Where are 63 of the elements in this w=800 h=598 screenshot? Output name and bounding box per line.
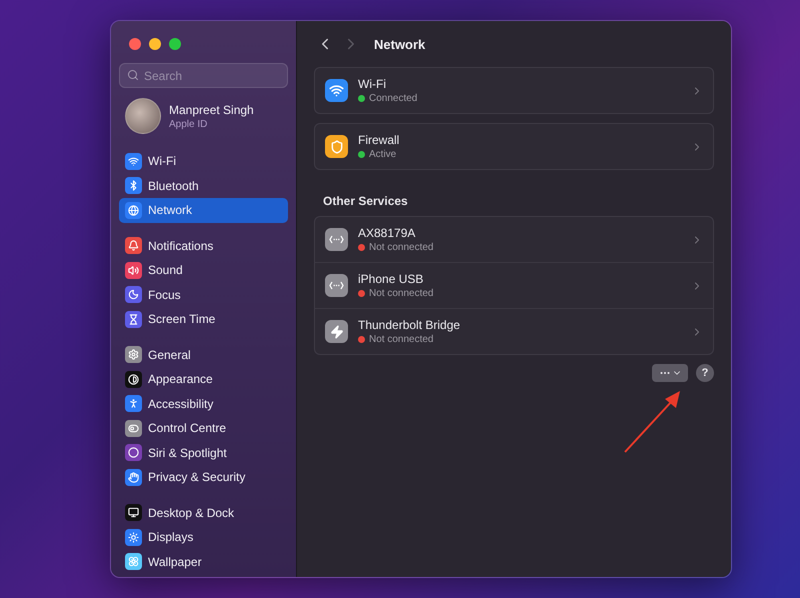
sidebar-item[interactable]: Network [119, 198, 288, 222]
service-name: Firewall [358, 133, 400, 147]
toggle-icon [125, 420, 142, 437]
sun-icon [125, 528, 142, 546]
sidebar-item[interactable]: Control Centre [119, 416, 288, 440]
section-heading: Other Services [323, 194, 409, 208]
ethernet-icon [325, 228, 348, 251]
service-row[interactable]: iPhone USB Not connected [315, 262, 713, 308]
wifi-icon [125, 152, 142, 170]
flower-icon [125, 553, 142, 570]
hourglass-icon [125, 310, 142, 328]
close-button[interactable] [129, 38, 141, 50]
status-text: Not connected [369, 334, 434, 345]
speaker-icon [125, 262, 142, 279]
sidebar-item[interactable]: Displays [119, 525, 288, 550]
hand-icon [125, 468, 142, 486]
minimize-button[interactable] [149, 38, 161, 50]
account-subtitle: Apple ID [169, 118, 208, 130]
monitor-icon [125, 504, 142, 522]
account-name: Manpreet Singh [169, 102, 254, 116]
sidebar-item[interactable]: Sound [119, 258, 288, 282]
service-row[interactable]: Thunderbolt Bridge Not connected [315, 308, 713, 354]
service-row[interactable]: AX88179A Not connected [315, 217, 713, 262]
shield-icon [325, 135, 348, 158]
status-text: Connected [369, 93, 418, 104]
sidebar-item[interactable]: General [119, 342, 288, 367]
sidebar-item[interactable]: Notifications [119, 234, 288, 258]
service-row[interactable]: Wi-Fi Connected [315, 68, 713, 113]
sidebar-item[interactable]: Accessibility [119, 392, 288, 416]
service-name: iPhone USB [358, 272, 424, 286]
person-icon [125, 395, 142, 412]
gear-icon [125, 346, 142, 364]
sidebar-item[interactable]: Wallpaper [119, 550, 288, 574]
page-title: Network [374, 36, 426, 52]
status-text: Not connected [369, 288, 434, 299]
service-row[interactable]: Firewall Active [315, 124, 713, 169]
sidebar-item[interactable]: Bluetooth [119, 174, 288, 198]
bolt-icon [325, 320, 348, 343]
sidebar-item[interactable]: Focus [119, 282, 288, 307]
sidebar-item[interactable]: Wi-Fi [119, 149, 288, 174]
more-menu-button[interactable] [652, 364, 688, 382]
service-name: Thunderbolt Bridge [358, 318, 462, 332]
avatar[interactable] [125, 98, 161, 134]
sidebar-item[interactable]: Screen Time [119, 307, 288, 332]
globe-icon [125, 202, 142, 219]
service-name: AX88179A [358, 226, 416, 240]
search-icon [127, 69, 139, 81]
wifi-icon [325, 79, 348, 102]
sidebar-item[interactable]: Desktop & Dock [119, 500, 288, 525]
bluetooth-icon [125, 177, 142, 194]
sidebar-item[interactable]: Siri & Spotlight [119, 440, 288, 465]
sidebar-item[interactable]: Appearance [119, 367, 288, 392]
help-button[interactable]: ? [696, 364, 714, 382]
sidebar-item[interactable]: Privacy & Security [119, 465, 288, 490]
bell-icon [125, 237, 142, 254]
moon-icon [125, 286, 142, 304]
status-text: Not connected [369, 242, 434, 253]
service-name: Wi-Fi [358, 77, 387, 91]
status-text: Active [369, 149, 396, 160]
contrast-icon [125, 370, 142, 388]
orb-icon [125, 444, 142, 462]
ethernet-icon [325, 274, 348, 297]
zoom-button[interactable] [169, 38, 181, 50]
